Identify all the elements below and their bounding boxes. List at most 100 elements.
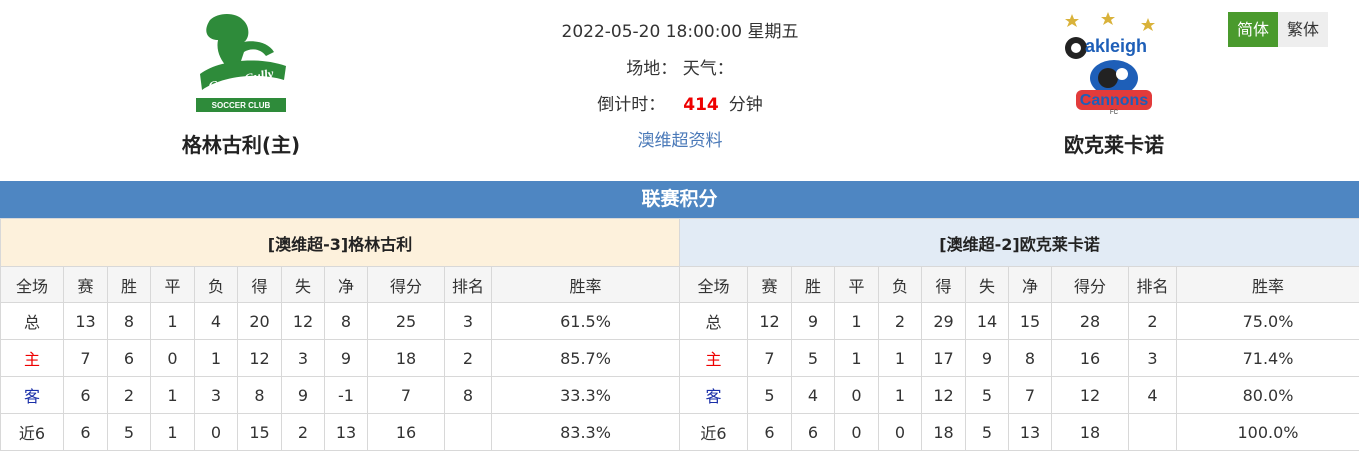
cell: 2	[282, 414, 325, 451]
cell: 15	[1009, 303, 1052, 340]
row-label: 总	[680, 303, 748, 340]
cell: 12	[238, 340, 282, 377]
countdown-label: 倒计时：	[597, 95, 665, 115]
cell: 16	[1052, 340, 1129, 377]
col-header: 平	[835, 267, 879, 303]
home-table-title: [澳维超-3]格林古利	[1, 219, 680, 267]
col-header: 负	[879, 267, 922, 303]
cell: 61.5%	[492, 303, 680, 340]
cell: 25	[368, 303, 445, 340]
cell: 13	[64, 303, 108, 340]
cell: 7	[748, 340, 792, 377]
cell: 18	[922, 414, 966, 451]
cell: 5	[748, 377, 792, 414]
cell: 3	[282, 340, 325, 377]
col-header: 胜率	[492, 267, 680, 303]
cell: 83.3%	[492, 414, 680, 451]
row-label: 客	[1, 377, 64, 414]
cell: 9	[325, 340, 368, 377]
table-row: 近6 6 5 1 0 15 2 13 16 83.3%	[1, 414, 680, 451]
cell: 12	[922, 377, 966, 414]
col-header: 净	[325, 267, 368, 303]
cell: 7	[1009, 377, 1052, 414]
cell: 8	[238, 377, 282, 414]
row-label: 近6	[680, 414, 748, 451]
countdown: 倒计时：414分钟	[470, 90, 890, 115]
cell: 1	[879, 340, 922, 377]
cell: 8	[445, 377, 492, 414]
cell: 12	[748, 303, 792, 340]
row-label: 主	[680, 340, 748, 377]
cell: 6	[108, 340, 151, 377]
cell: 5	[966, 414, 1009, 451]
cell: 85.7%	[492, 340, 680, 377]
cell: 5	[966, 377, 1009, 414]
cell: 5	[108, 414, 151, 451]
cell: 5	[792, 340, 835, 377]
table-row: 客 5 4 0 1 12 5 7 12 4 80.0%	[680, 377, 1359, 414]
cell: 9	[282, 377, 325, 414]
cell: 4	[1129, 377, 1177, 414]
cell: 2	[879, 303, 922, 340]
col-header: 得	[238, 267, 282, 303]
simplified-chinese-button[interactable]: 简体	[1228, 12, 1278, 47]
row-label: 客	[680, 377, 748, 414]
home-standings-table: [澳维超-3]格林古利 全场 赛 胜 平 负 得 失 净 得分 排名 胜率 总 …	[0, 218, 680, 451]
cell: 100.0%	[1177, 414, 1359, 451]
cell	[445, 414, 492, 451]
logo-fc-text: FC	[1110, 110, 1119, 116]
home-team-name[interactable]: 格林古利(主)	[141, 129, 341, 158]
traditional-chinese-button[interactable]: 繁体	[1278, 12, 1328, 47]
cell: 2	[1129, 303, 1177, 340]
oakleigh-cannons-logo[interactable]: akleigh Cannons FC	[1058, 10, 1166, 116]
cell: -1	[325, 377, 368, 414]
cell: 0	[151, 340, 195, 377]
col-header: 胜率	[1177, 267, 1359, 303]
away-table-header: 全场 赛 胜 平 负 得 失 净 得分 排名 胜率	[680, 267, 1359, 303]
cell: 0	[835, 377, 879, 414]
col-header: 排名	[1129, 267, 1177, 303]
league-standings-title: 联赛积分	[0, 181, 1359, 218]
col-header: 平	[151, 267, 195, 303]
col-header: 全场	[680, 267, 748, 303]
venue-weather: 场地： 天气：	[470, 54, 890, 79]
row-label: 总	[1, 303, 64, 340]
table-row: 主 7 6 0 1 12 3 9 18 2 85.7%	[1, 340, 680, 377]
cell: 9	[966, 340, 1009, 377]
col-header: 得分	[368, 267, 445, 303]
away-team-name[interactable]: 欧克莱卡诺	[1014, 129, 1214, 158]
cell: 18	[1052, 414, 1129, 451]
cell: 75.0%	[1177, 303, 1359, 340]
logo-top-text: akleigh	[1085, 36, 1147, 56]
cell: 17	[922, 340, 966, 377]
cell: 4	[792, 377, 835, 414]
league-info-link[interactable]: 澳维超资料	[470, 126, 890, 151]
cell: 33.3%	[492, 377, 680, 414]
cell: 1	[879, 377, 922, 414]
cell: 8	[1009, 340, 1052, 377]
col-header: 负	[195, 267, 238, 303]
col-header: 失	[282, 267, 325, 303]
cell: 1	[151, 377, 195, 414]
venue-label: 场地：	[626, 59, 677, 79]
cell: 8	[325, 303, 368, 340]
cell: 20	[238, 303, 282, 340]
cell: 29	[922, 303, 966, 340]
green-gully-logo[interactable]: SOCCER CLUB Green Gully	[188, 10, 294, 116]
cell: 3	[1129, 340, 1177, 377]
col-header: 全场	[1, 267, 64, 303]
cell: 80.0%	[1177, 377, 1359, 414]
countdown-unit: 分钟	[729, 95, 763, 115]
logo-sub-text: SOCCER CLUB	[212, 101, 271, 110]
cell: 0	[835, 414, 879, 451]
cell: 3	[445, 303, 492, 340]
language-switch: 简体 繁体	[1228, 12, 1328, 47]
cell: 0	[879, 414, 922, 451]
away-table-title: [澳维超-2]欧克莱卡诺	[680, 219, 1359, 267]
cell: 6	[748, 414, 792, 451]
cell: 7	[64, 340, 108, 377]
cell: 6	[64, 377, 108, 414]
cell	[1129, 414, 1177, 451]
cell: 3	[195, 377, 238, 414]
away-standings-table: [澳维超-2]欧克莱卡诺 全场 赛 胜 平 负 得 失 净 得分 排名 胜率 总…	[679, 218, 1359, 451]
